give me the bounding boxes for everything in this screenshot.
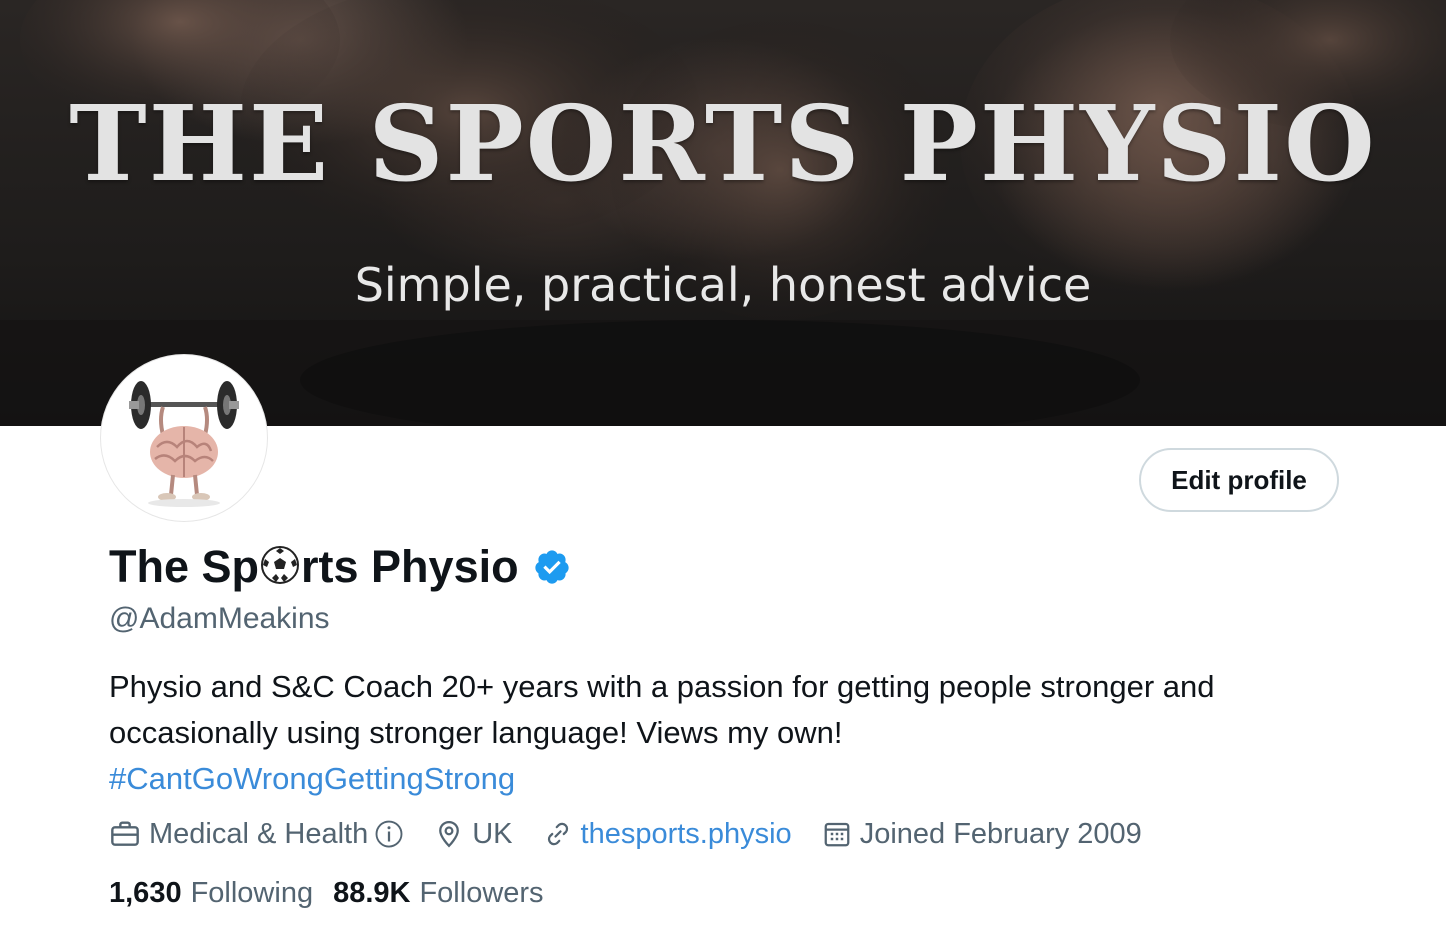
- joined-label: Joined February 2009: [859, 817, 1142, 850]
- bio-line-1: Physio and S&C Coach 20+ years with a pa…: [109, 669, 1215, 704]
- profile-location: UK: [434, 817, 513, 851]
- website-link[interactable]: thesports.physio: [581, 818, 792, 851]
- display-name-part-2: rts Physio: [301, 541, 519, 592]
- calendar-icon: [824, 822, 850, 847]
- profile-website[interactable]: thesports.physio: [543, 818, 792, 851]
- soccer-ball-icon: [261, 546, 300, 584]
- profile-meta-row: Medical & Health UK thesports.physio Joi…: [109, 812, 1172, 856]
- verified-badge-icon[interactable]: [533, 548, 571, 586]
- following-count: 1,630: [109, 876, 182, 909]
- location-label: UK: [472, 817, 513, 850]
- briefcase-icon: [111, 821, 139, 846]
- followers-link[interactable]: 88.9K Followers: [333, 877, 543, 910]
- brain-lifting-barbell-icon: [129, 381, 239, 507]
- banner-title: THE SPORTS PHYSIO: [69, 82, 1377, 205]
- display-name-part-1: The Sp: [109, 541, 260, 592]
- avatar[interactable]: [101, 355, 267, 521]
- info-icon[interactable]: [374, 819, 404, 849]
- profile-category: Medical & Health: [109, 818, 404, 851]
- following-link[interactable]: 1,630 Following: [109, 877, 313, 910]
- bio-hashtag-link[interactable]: #CantGoWrongGettingStrong: [109, 756, 1349, 802]
- profile-page: THE SPORTS PHYSIO Simple, practical, hon…: [0, 0, 1446, 932]
- profile-bio: Physio and S&C Coach 20+ years with a pa…: [109, 664, 1349, 802]
- profile-joined-date: Joined February 2009: [822, 818, 1142, 851]
- user-handle: @AdamMeakins: [109, 602, 330, 635]
- followers-label: Followers: [419, 876, 544, 909]
- category-label: Medical & Health: [149, 817, 369, 850]
- location-pin-icon: [439, 820, 460, 848]
- profile-stats: 1,630 Following 88.9K Followers: [109, 872, 564, 914]
- bio-line-2: occasionally using stronger language! Vi…: [109, 715, 843, 750]
- banner-subtitle: Simple, practical, honest advice: [354, 258, 1092, 312]
- display-name: The Sp rts Physio: [109, 538, 571, 596]
- followers-count: 88.9K: [333, 876, 411, 909]
- following-label: Following: [190, 876, 314, 909]
- edit-profile-button[interactable]: Edit profile: [1139, 448, 1339, 512]
- link-icon: [547, 822, 568, 846]
